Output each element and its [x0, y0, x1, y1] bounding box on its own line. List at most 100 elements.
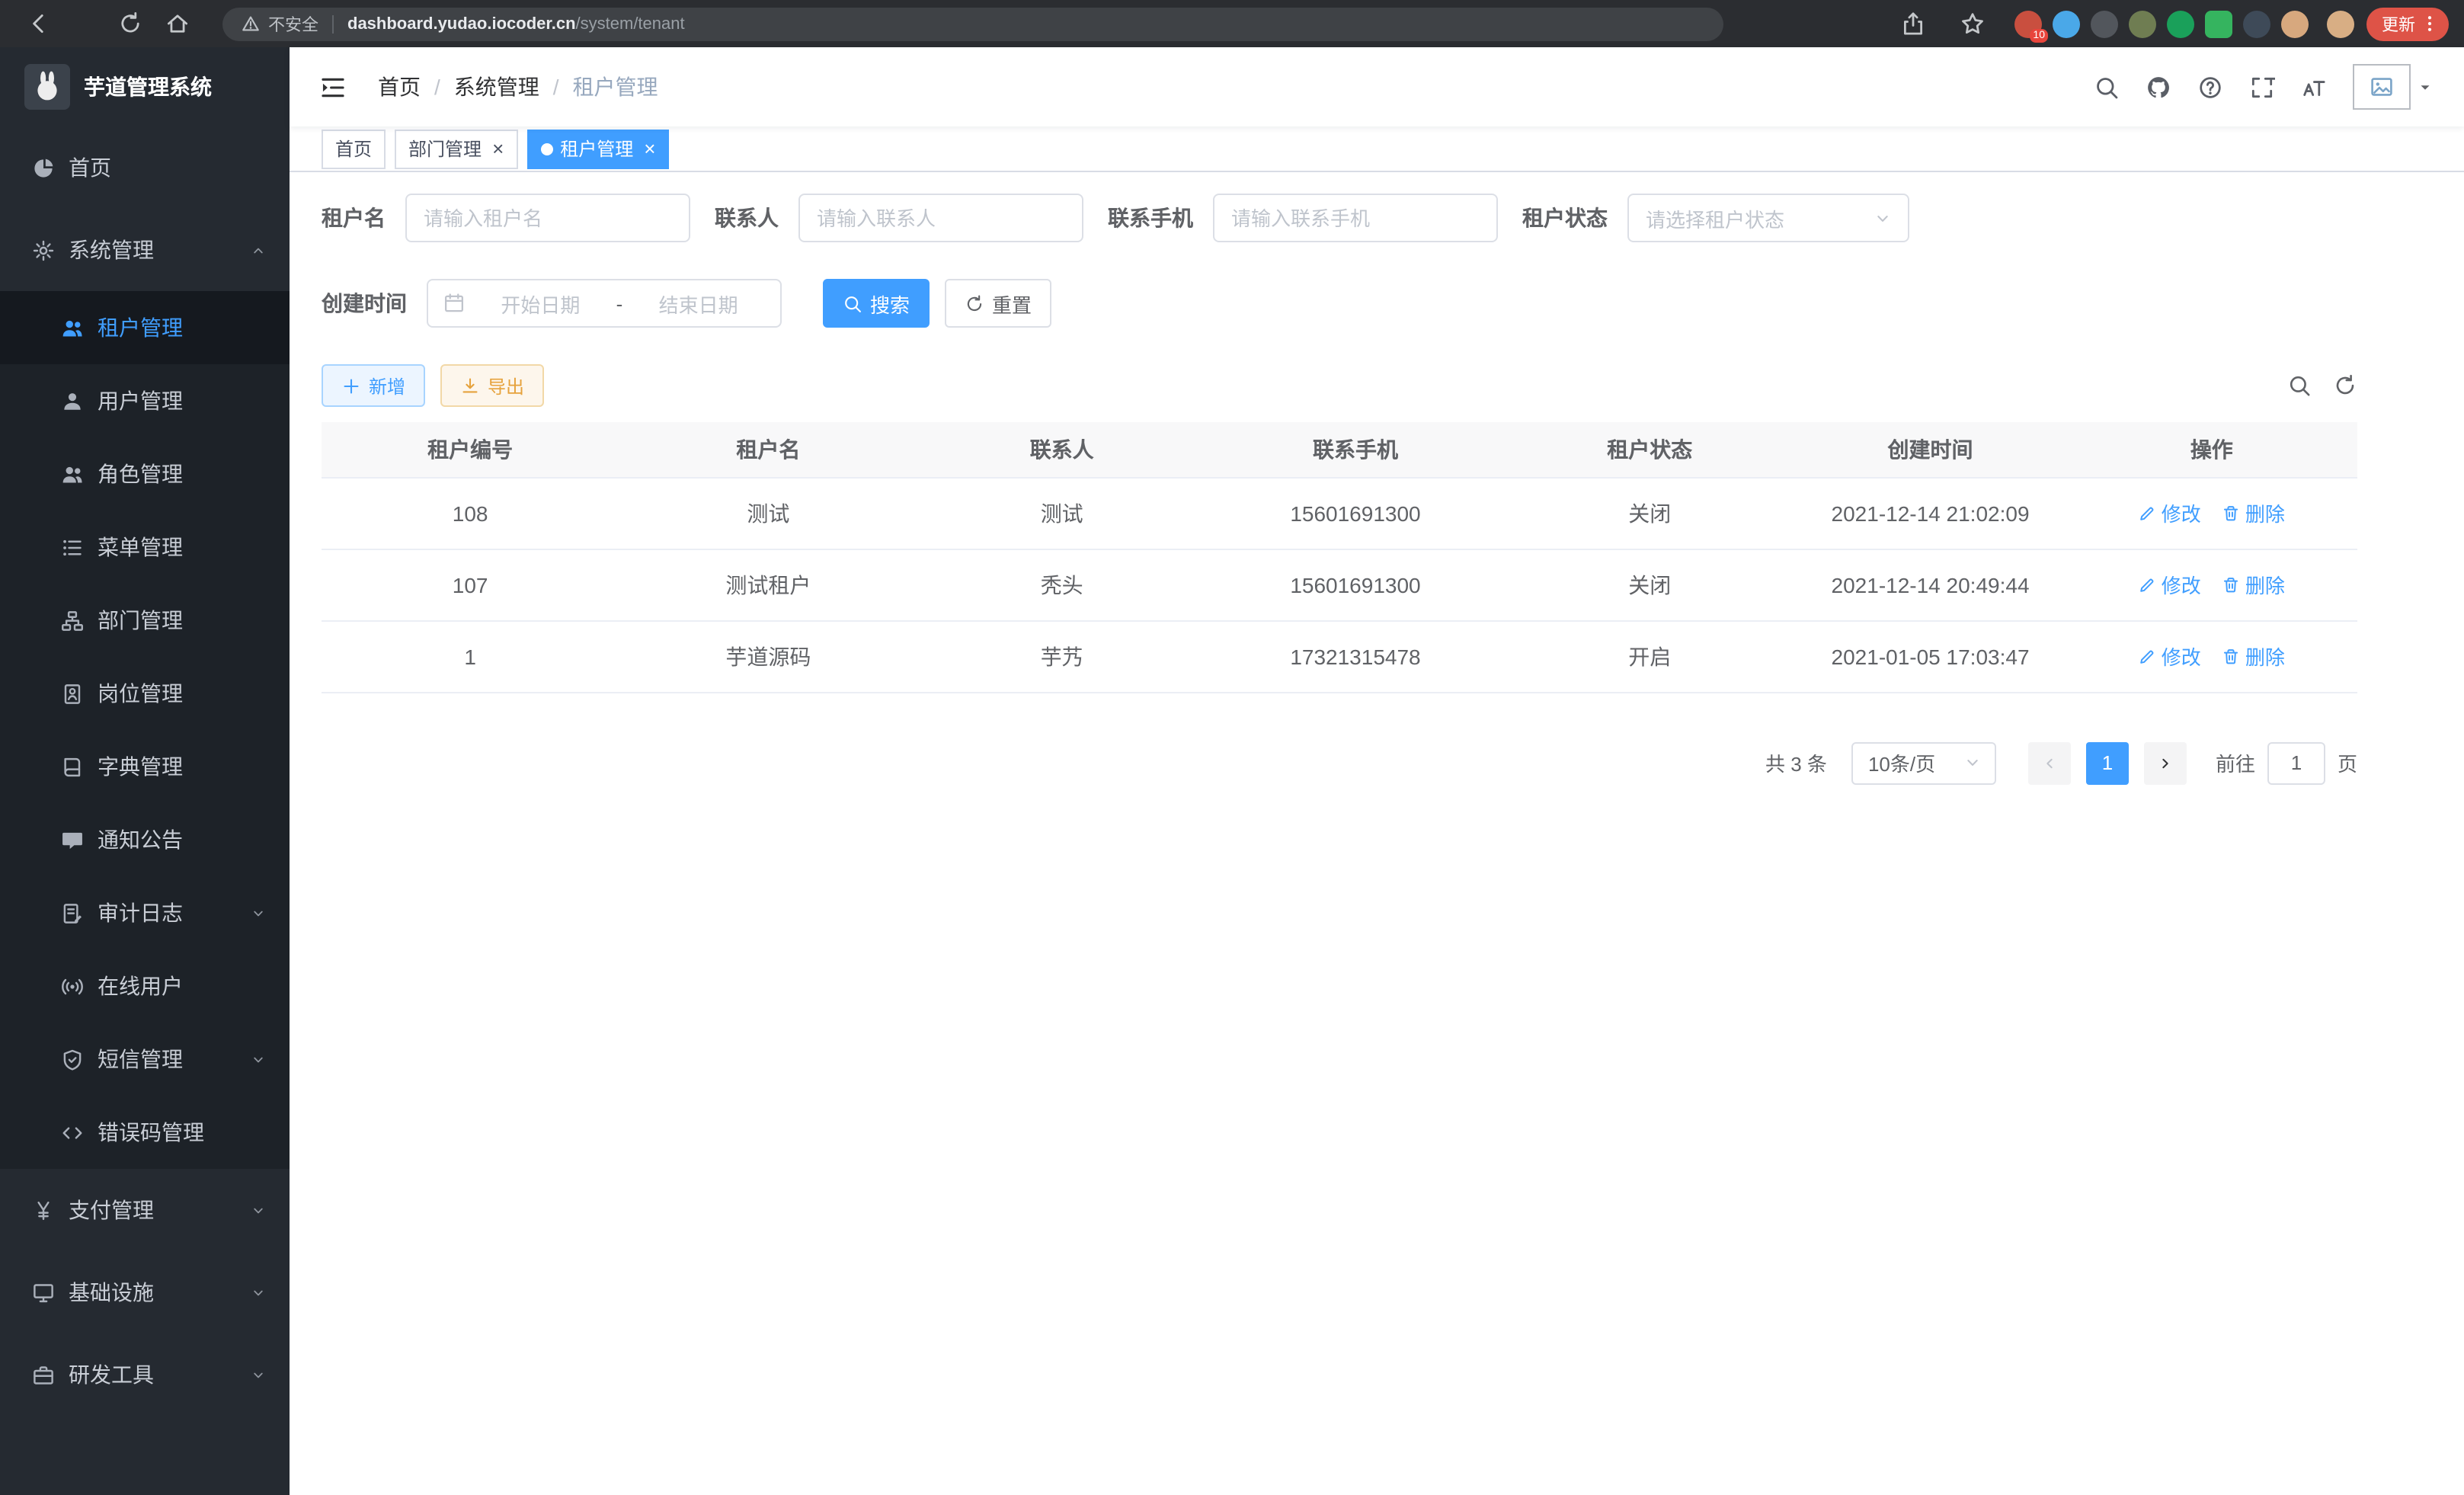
sidebar-item-error-code-management[interactable]: 错误码管理 [0, 1096, 290, 1169]
delete-button[interactable]: 删除 [2222, 570, 2285, 599]
sidebar-item-dept-management[interactable]: 部门管理 [0, 584, 290, 657]
create-time-label: 创建时间 [322, 288, 407, 319]
user-menu[interactable] [2353, 64, 2434, 110]
sidebar-item-dict-management[interactable]: 字典管理 [0, 730, 290, 803]
extension-red[interactable]: 10 [2014, 10, 2042, 37]
tab-close-icon[interactable]: × [492, 139, 504, 158]
sidebar-item-infrastructure[interactable]: 基础设施 [0, 1251, 290, 1333]
goto-page-input[interactable] [2267, 741, 2325, 784]
cell-actions: 修改删除 [2066, 620, 2357, 692]
sidebar-item-label: 岗位管理 [98, 678, 183, 709]
table-header-row: 租户编号租户名联系人联系手机租户状态创建时间操作 [322, 422, 2357, 477]
tenant-status-label: 租户状态 [1522, 203, 1608, 233]
sidebar-item-label: 租户管理 [98, 312, 183, 343]
sidebar-item-post-management[interactable]: 岗位管理 [0, 657, 290, 730]
sidebar-toggle-button[interactable] [318, 72, 347, 101]
sidebar-item-label: 用户管理 [98, 386, 183, 416]
phone-input[interactable] [1213, 194, 1498, 242]
search-icon[interactable] [2094, 74, 2120, 100]
extension-olive[interactable] [2129, 10, 2156, 37]
delete-button[interactable]: 删除 [2222, 642, 2285, 671]
extension-navy[interactable] [2243, 10, 2270, 37]
delete-button-label: 删除 [2245, 498, 2285, 527]
edit-button[interactable]: 修改 [2139, 570, 2201, 599]
sidebar-item-user-management[interactable]: 用户管理 [0, 364, 290, 437]
next-page-button[interactable] [2144, 741, 2187, 784]
tab-label: 租户管理 [560, 136, 633, 162]
tab-tenant-management[interactable]: 租户管理 × [526, 129, 669, 168]
sidebar-item-role-management[interactable]: 角色管理 [0, 437, 290, 511]
extension-gray[interactable] [2091, 10, 2118, 37]
extension-tan[interactable] [2281, 10, 2309, 37]
tab-bar: 首页部门管理× 租户管理 × [290, 126, 2464, 172]
sidebar-item-menu-management[interactable]: 菜单管理 [0, 511, 290, 584]
share-icon[interactable] [1900, 11, 1926, 37]
sidebar-item-online-users[interactable]: 在线用户 [0, 949, 290, 1023]
cell-id: 107 [322, 549, 619, 620]
sidebar-item-payment-management[interactable]: 支付管理 [0, 1169, 290, 1251]
badge-icon [61, 682, 84, 705]
sidebar-menu: 首页系统管理租户管理用户管理角色管理菜单管理部门管理岗位管理字典管理通知公告审计… [0, 126, 290, 1416]
sidebar-item-sms-management[interactable]: 短信管理 [0, 1023, 290, 1096]
tab-dept-management[interactable]: 部门管理× [395, 129, 517, 168]
page-size-select[interactable]: 10条/页 [1851, 741, 1996, 784]
refresh-table-button[interactable] [2333, 373, 2357, 398]
breadcrumb-system[interactable]: 系统管理 [454, 72, 539, 102]
cell-status: 关闭 [1505, 549, 1794, 620]
avatar-caret-icon[interactable] [2417, 78, 2434, 95]
help-icon[interactable] [2197, 74, 2223, 100]
toggle-search-button[interactable] [2287, 373, 2312, 398]
create-time-range-picker[interactable]: 开始日期 - 结束日期 [427, 279, 782, 328]
extension-green-square[interactable] [2205, 10, 2232, 37]
sidebar-item-label: 部门管理 [98, 605, 183, 635]
contact-input[interactable] [798, 194, 1083, 242]
font-size-icon[interactable] [2301, 74, 2327, 100]
tenant-name-input[interactable] [405, 194, 690, 242]
prev-page-button[interactable] [2028, 741, 2071, 784]
chevron-down-icon [1873, 208, 1893, 228]
add-button[interactable]: 新增 [322, 364, 425, 407]
github-icon[interactable] [2146, 74, 2171, 100]
export-button[interactable]: 导出 [440, 364, 544, 407]
page-number-button[interactable]: 1 [2086, 741, 2129, 784]
reset-button[interactable]: 重置 [945, 279, 1051, 328]
breadcrumb: 首页 / 系统管理 / 租户管理 [378, 72, 658, 102]
breadcrumb-home[interactable]: 首页 [378, 72, 421, 102]
address-divider [332, 14, 334, 33]
sidebar-item-notice[interactable]: 通知公告 [0, 803, 290, 876]
tab-close-icon[interactable]: × [644, 139, 655, 158]
sidebar-item-audit-log[interactable]: 审计日志 [0, 876, 290, 949]
browser-update-button[interactable]: 更新 [2366, 7, 2449, 40]
browser-back-button[interactable] [26, 11, 52, 37]
tab-home[interactable]: 首页 [322, 129, 386, 168]
extension-badge: 10 [2030, 28, 2048, 42]
browser-profile-avatar[interactable] [2327, 10, 2354, 37]
user-avatar[interactable] [2353, 64, 2411, 110]
tenant-status-select[interactable]: 请选择租户状态 [1627, 194, 1909, 242]
menu-list-icon [61, 536, 84, 559]
bookmark-star-icon[interactable] [1960, 11, 1986, 37]
kebab-menu-icon[interactable] [2420, 14, 2440, 34]
browser-address-bar[interactable]: 不安全 dashboard.yudao.iocoder.cn/system/te… [222, 7, 1723, 40]
sidebar-item-dev-tools[interactable]: 研发工具 [0, 1333, 290, 1416]
sidebar-item-label: 基础设施 [69, 1277, 154, 1308]
role-icon [61, 463, 84, 485]
edit-button[interactable]: 修改 [2139, 642, 2201, 671]
logo-image [24, 64, 70, 110]
browser-home-button[interactable] [165, 11, 190, 37]
search-button[interactable]: 搜索 [823, 279, 930, 328]
sidebar-item-label: 角色管理 [98, 459, 183, 489]
delete-button[interactable]: 删除 [2222, 498, 2285, 527]
fullscreen-icon[interactable] [2249, 74, 2275, 100]
extension-green[interactable] [2167, 10, 2194, 37]
code-icon [61, 1121, 84, 1144]
extension-blue[interactable] [2053, 10, 2080, 37]
cell-id: 1 [322, 620, 619, 692]
sidebar-item-home[interactable]: 首页 [0, 126, 290, 209]
sidebar-item-tenant-management[interactable]: 租户管理 [0, 291, 290, 364]
security-label[interactable]: 不安全 [268, 11, 318, 36]
browser-reload-button[interactable] [117, 11, 143, 37]
calendar-icon [443, 293, 465, 314]
edit-button[interactable]: 修改 [2139, 498, 2201, 527]
sidebar-item-system-management[interactable]: 系统管理 [0, 209, 290, 291]
